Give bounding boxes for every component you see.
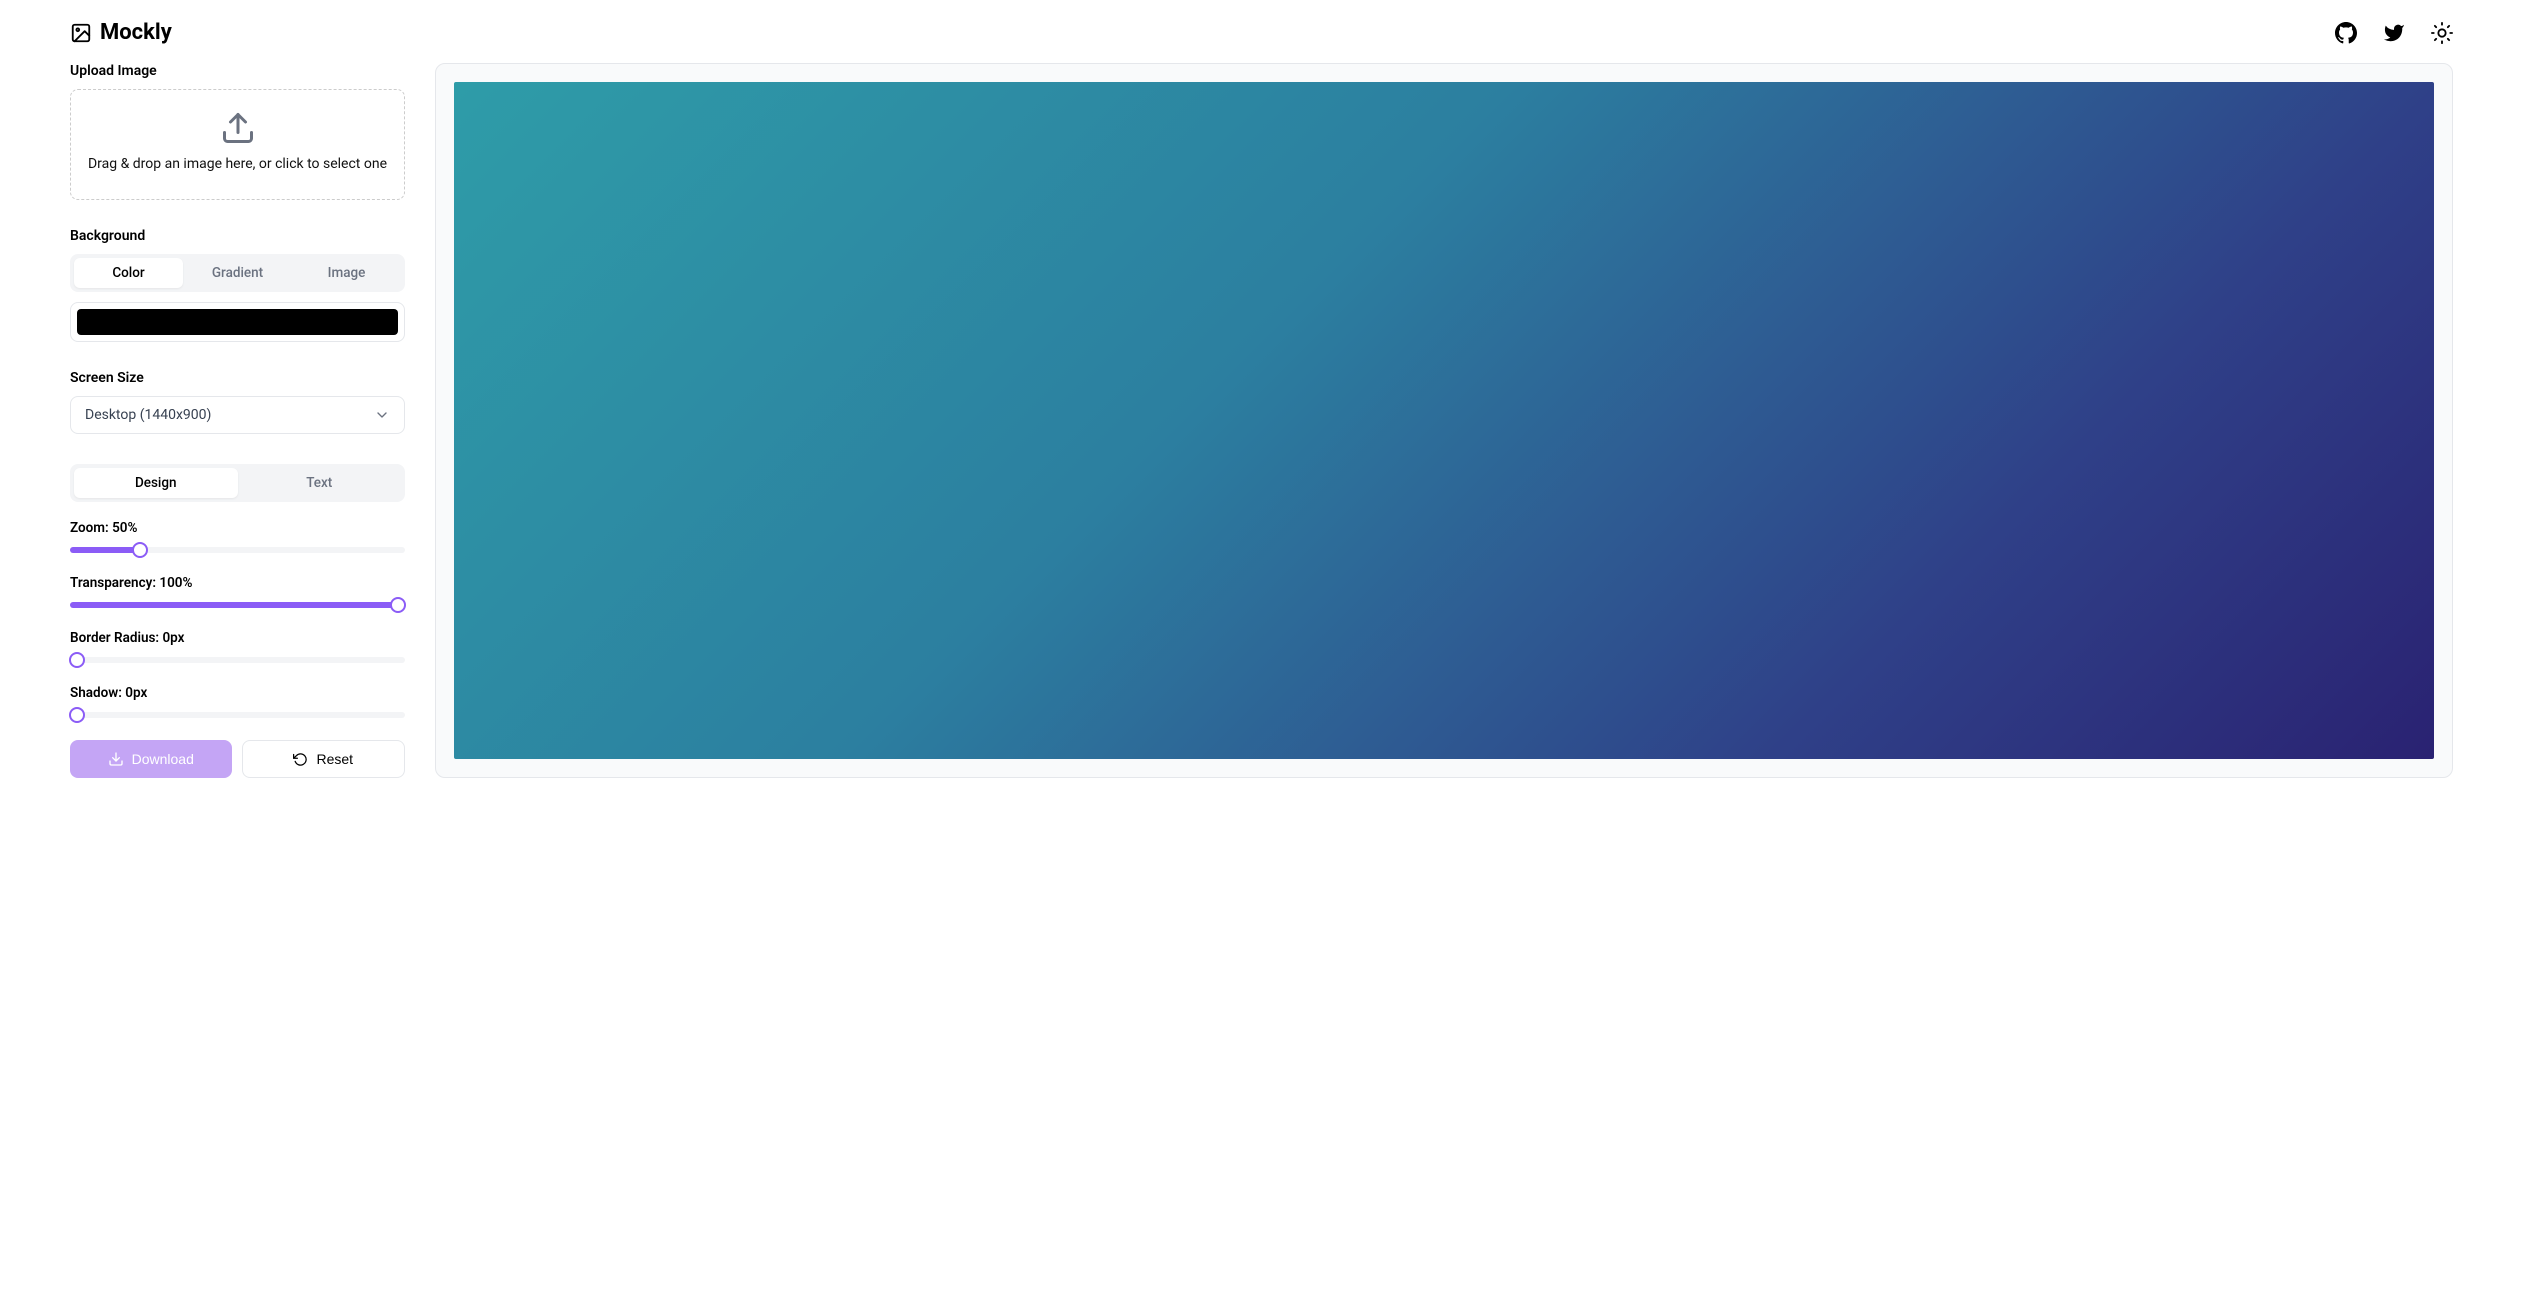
upload-label: Upload Image [70, 63, 405, 79]
sidebar: Upload Image Drag & drop an image here, … [70, 63, 405, 778]
zoom-slider[interactable] [70, 541, 405, 559]
brand-name: Mockly [100, 20, 172, 45]
border-radius-slider[interactable] [70, 651, 405, 669]
upload-hint: Drag & drop an image here, or click to s… [88, 154, 387, 175]
border-radius-label: Border Radius: 0px [70, 630, 405, 646]
background-label: Background [70, 228, 405, 244]
upload-icon [220, 110, 256, 146]
shadow-slider[interactable] [70, 706, 405, 724]
chevron-down-icon [374, 407, 390, 423]
action-buttons: Download Reset [70, 740, 405, 778]
tab-text[interactable]: Text [238, 468, 402, 498]
tab-gradient[interactable]: Gradient [183, 258, 292, 288]
screensize-select[interactable]: Desktop (1440x900) [70, 396, 405, 434]
tab-design[interactable]: Design [74, 468, 238, 498]
screensize-value: Desktop (1440x900) [85, 407, 211, 423]
twitter-icon[interactable] [2383, 22, 2405, 44]
header-actions [2335, 22, 2453, 44]
canvas-frame [435, 63, 2453, 778]
shadow-label: Shadow: 0px [70, 685, 405, 701]
header: Mockly [70, 14, 2453, 63]
color-picker[interactable] [70, 302, 405, 342]
tab-image[interactable]: Image [292, 258, 401, 288]
panel-tabs: Design Text [70, 464, 405, 502]
reset-label: Reset [316, 751, 353, 767]
screensize-label: Screen Size [70, 370, 405, 386]
download-icon [108, 751, 124, 767]
upload-dropzone[interactable]: Drag & drop an image here, or click to s… [70, 89, 405, 200]
github-icon[interactable] [2335, 22, 2357, 44]
transparency-label: Transparency: 100% [70, 575, 405, 591]
zoom-label: Zoom: 50% [70, 520, 405, 536]
image-icon [70, 22, 92, 44]
background-tabs: Color Gradient Image [70, 254, 405, 292]
download-label: Download [132, 751, 194, 767]
tab-color[interactable]: Color [74, 258, 183, 288]
transparency-slider[interactable] [70, 596, 405, 614]
color-swatch [77, 309, 398, 335]
brand: Mockly [70, 20, 172, 45]
preview-canvas[interactable] [454, 82, 2434, 759]
reset-icon [293, 752, 308, 767]
reset-button[interactable]: Reset [242, 740, 406, 778]
sun-icon[interactable] [2431, 22, 2453, 44]
download-button[interactable]: Download [70, 740, 232, 778]
